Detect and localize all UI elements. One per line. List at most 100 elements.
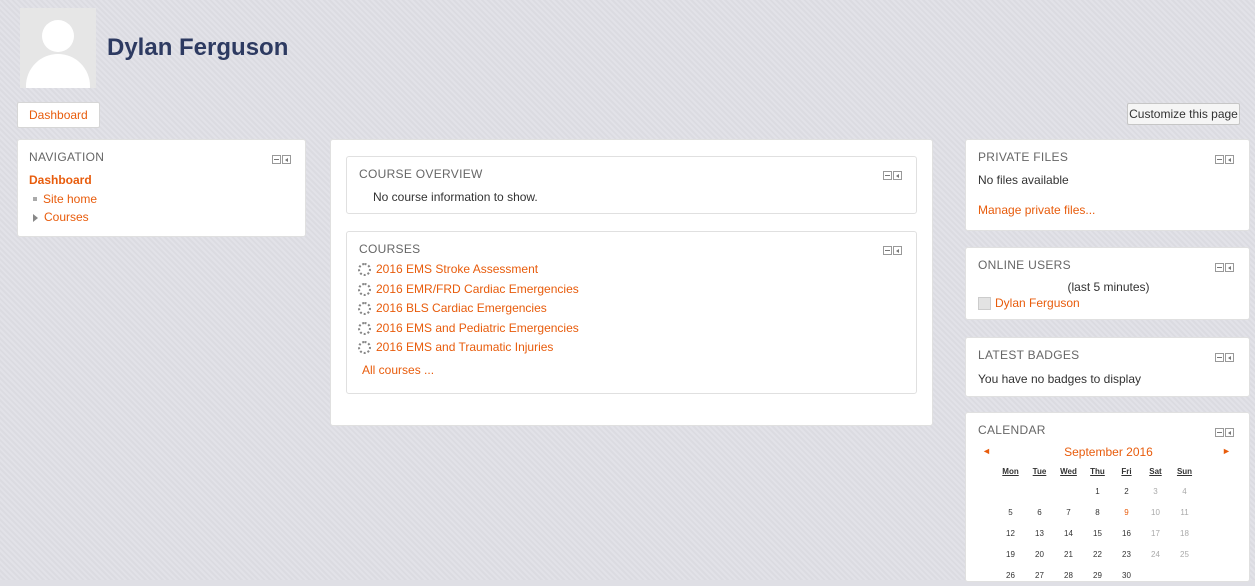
calendar-day[interactable]: 4 [1170,481,1199,502]
course-link[interactable]: 2016 EMS and Traumatic Injuries [376,340,553,354]
calendar-day [1054,481,1083,502]
collapse-icon[interactable] [1215,353,1224,362]
block-title: NAVIGATION [29,150,105,164]
calendar-day[interactable]: 19 [996,544,1025,565]
latest-badges-block: LATEST BADGES You have no badges to disp… [965,337,1250,397]
course-icon [358,321,371,335]
calendar-month-title[interactable]: September 2016 [966,445,1251,459]
calendar-day[interactable]: 2 [1112,481,1141,502]
calendar-week: 26 27 28 29 30 [996,565,1199,586]
course-item[interactable]: 2016 EMS and Traumatic Injuries [358,338,579,358]
calendar-day[interactable]: 6 [1025,502,1054,523]
calendar-day[interactable]: 12 [996,523,1025,544]
bullet-icon [33,196,37,201]
calendar-day[interactable]: 30 [1112,565,1141,586]
calendar-block: CALENDAR ◄ September 2016 ► Mon Tue Wed … [965,412,1250,582]
all-courses-link[interactable]: All courses ... [362,363,434,377]
course-link[interactable]: 2016 EMR/FRD Cardiac Emergencies [376,282,579,296]
calendar-weekdays: Mon Tue Wed Thu Fri Sat Sun [996,461,1199,481]
calendar-day[interactable]: 5 [996,502,1025,523]
private-files-block: PRIVATE FILES No files available Manage … [965,139,1250,231]
latest-badges-message: You have no badges to display [978,372,1142,386]
calendar-day[interactable]: 10 [1141,502,1170,523]
avatar-head [42,20,74,52]
block-title: PRIVATE FILES [978,150,1069,164]
nav-current-dashboard[interactable]: Dashboard [29,173,92,187]
weekday: Mon [1002,466,1019,476]
collapse-icon[interactable] [883,171,892,180]
calendar-week: 12 13 14 15 16 17 18 [996,523,1199,544]
calendar-next-month[interactable]: ► [1222,446,1231,456]
customize-page-button[interactable]: Customize this page [1127,103,1240,125]
course-link[interactable]: 2016 BLS Cardiac Emergencies [376,301,547,315]
course-item[interactable]: 2016 BLS Cardiac Emergencies [358,299,579,319]
calendar-week: 1234 [996,481,1199,502]
block-controls [271,153,295,164]
course-overview-message: No course information to show. [373,190,538,204]
calendar-day [1025,481,1054,502]
calendar-day[interactable]: 9 [1112,502,1141,523]
calendar-day[interactable]: 15 [1083,523,1112,544]
course-item[interactable]: 2016 EMS and Pediatric Emergencies [358,319,579,339]
dock-icon[interactable] [1225,428,1234,437]
course-icon [358,263,371,277]
dock-icon[interactable] [1225,353,1234,362]
course-link[interactable]: 2016 EMS Stroke Assessment [376,262,538,276]
calendar-day[interactable]: 1 [1083,481,1112,502]
calendar-day[interactable]: 7 [1054,502,1083,523]
nav-item-label[interactable]: Courses [44,210,89,224]
dock-icon[interactable] [1225,263,1234,272]
course-link[interactable]: 2016 EMS and Pediatric Emergencies [376,321,579,335]
collapse-icon[interactable] [272,155,281,164]
dock-icon[interactable] [282,155,291,164]
calendar-day[interactable]: 13 [1025,523,1054,544]
calendar-day[interactable]: 28 [1054,565,1083,586]
triangle-right-icon[interactable] [33,213,38,222]
online-user-link[interactable]: Dylan Ferguson [995,296,1080,310]
calendar-day[interactable]: 11 [1170,502,1199,523]
course-item[interactable]: 2016 EMR/FRD Cardiac Emergencies [358,280,579,300]
weekday: Thu [1090,466,1105,476]
collapse-icon[interactable] [883,246,892,255]
collapse-icon[interactable] [1215,155,1224,164]
collapse-icon[interactable] [1215,263,1224,272]
block-controls [1214,153,1238,164]
online-user-item[interactable]: Dylan Ferguson [978,296,1080,311]
nav-item-courses[interactable]: Courses [29,208,97,226]
calendar-day[interactable]: 14 [1054,523,1083,544]
calendar-day[interactable]: 27 [1025,565,1054,586]
nav-item-site-home[interactable]: Site home [29,190,97,208]
main-region: COURSE OVERVIEW No course information to… [330,139,933,426]
block-controls [1214,261,1238,272]
course-icon [358,282,371,296]
calendar-day[interactable]: 8 [1083,502,1112,523]
manage-private-files-link[interactable]: Manage private files... [978,203,1095,217]
calendar-day[interactable]: 26 [996,565,1025,586]
breadcrumb-dashboard[interactable]: Dashboard [17,102,100,128]
calendar-day[interactable]: 25 [1170,544,1199,565]
calendar-day[interactable]: 16 [1112,523,1141,544]
page-title: Dylan Ferguson [107,34,289,61]
online-users-period: (last 5 minutes) [1067,280,1150,294]
avatar[interactable] [20,8,96,88]
calendar-day[interactable]: 17 [1141,523,1170,544]
calendar-day[interactable]: 22 [1083,544,1112,565]
calendar-day[interactable]: 24 [1141,544,1170,565]
nav-item-label[interactable]: Site home [43,192,97,206]
calendar-day[interactable]: 29 [1083,565,1112,586]
calendar-day[interactable]: 18 [1170,523,1199,544]
course-overview-block: COURSE OVERVIEW No course information to… [346,156,917,214]
course-item[interactable]: 2016 EMS Stroke Assessment [358,260,579,280]
calendar-day[interactable]: 20 [1025,544,1054,565]
dock-icon[interactable] [1225,155,1234,164]
block-controls [882,244,906,255]
calendar-day[interactable]: 21 [1054,544,1083,565]
calendar-day[interactable]: 3 [1141,481,1170,502]
weekday: Wed [1060,466,1077,476]
calendar-day[interactable]: 23 [1112,544,1141,565]
dock-icon[interactable] [893,171,902,180]
block-title: COURSE OVERVIEW [359,167,483,181]
collapse-icon[interactable] [1215,428,1224,437]
dock-icon[interactable] [893,246,902,255]
block-title: COURSES [359,242,421,256]
